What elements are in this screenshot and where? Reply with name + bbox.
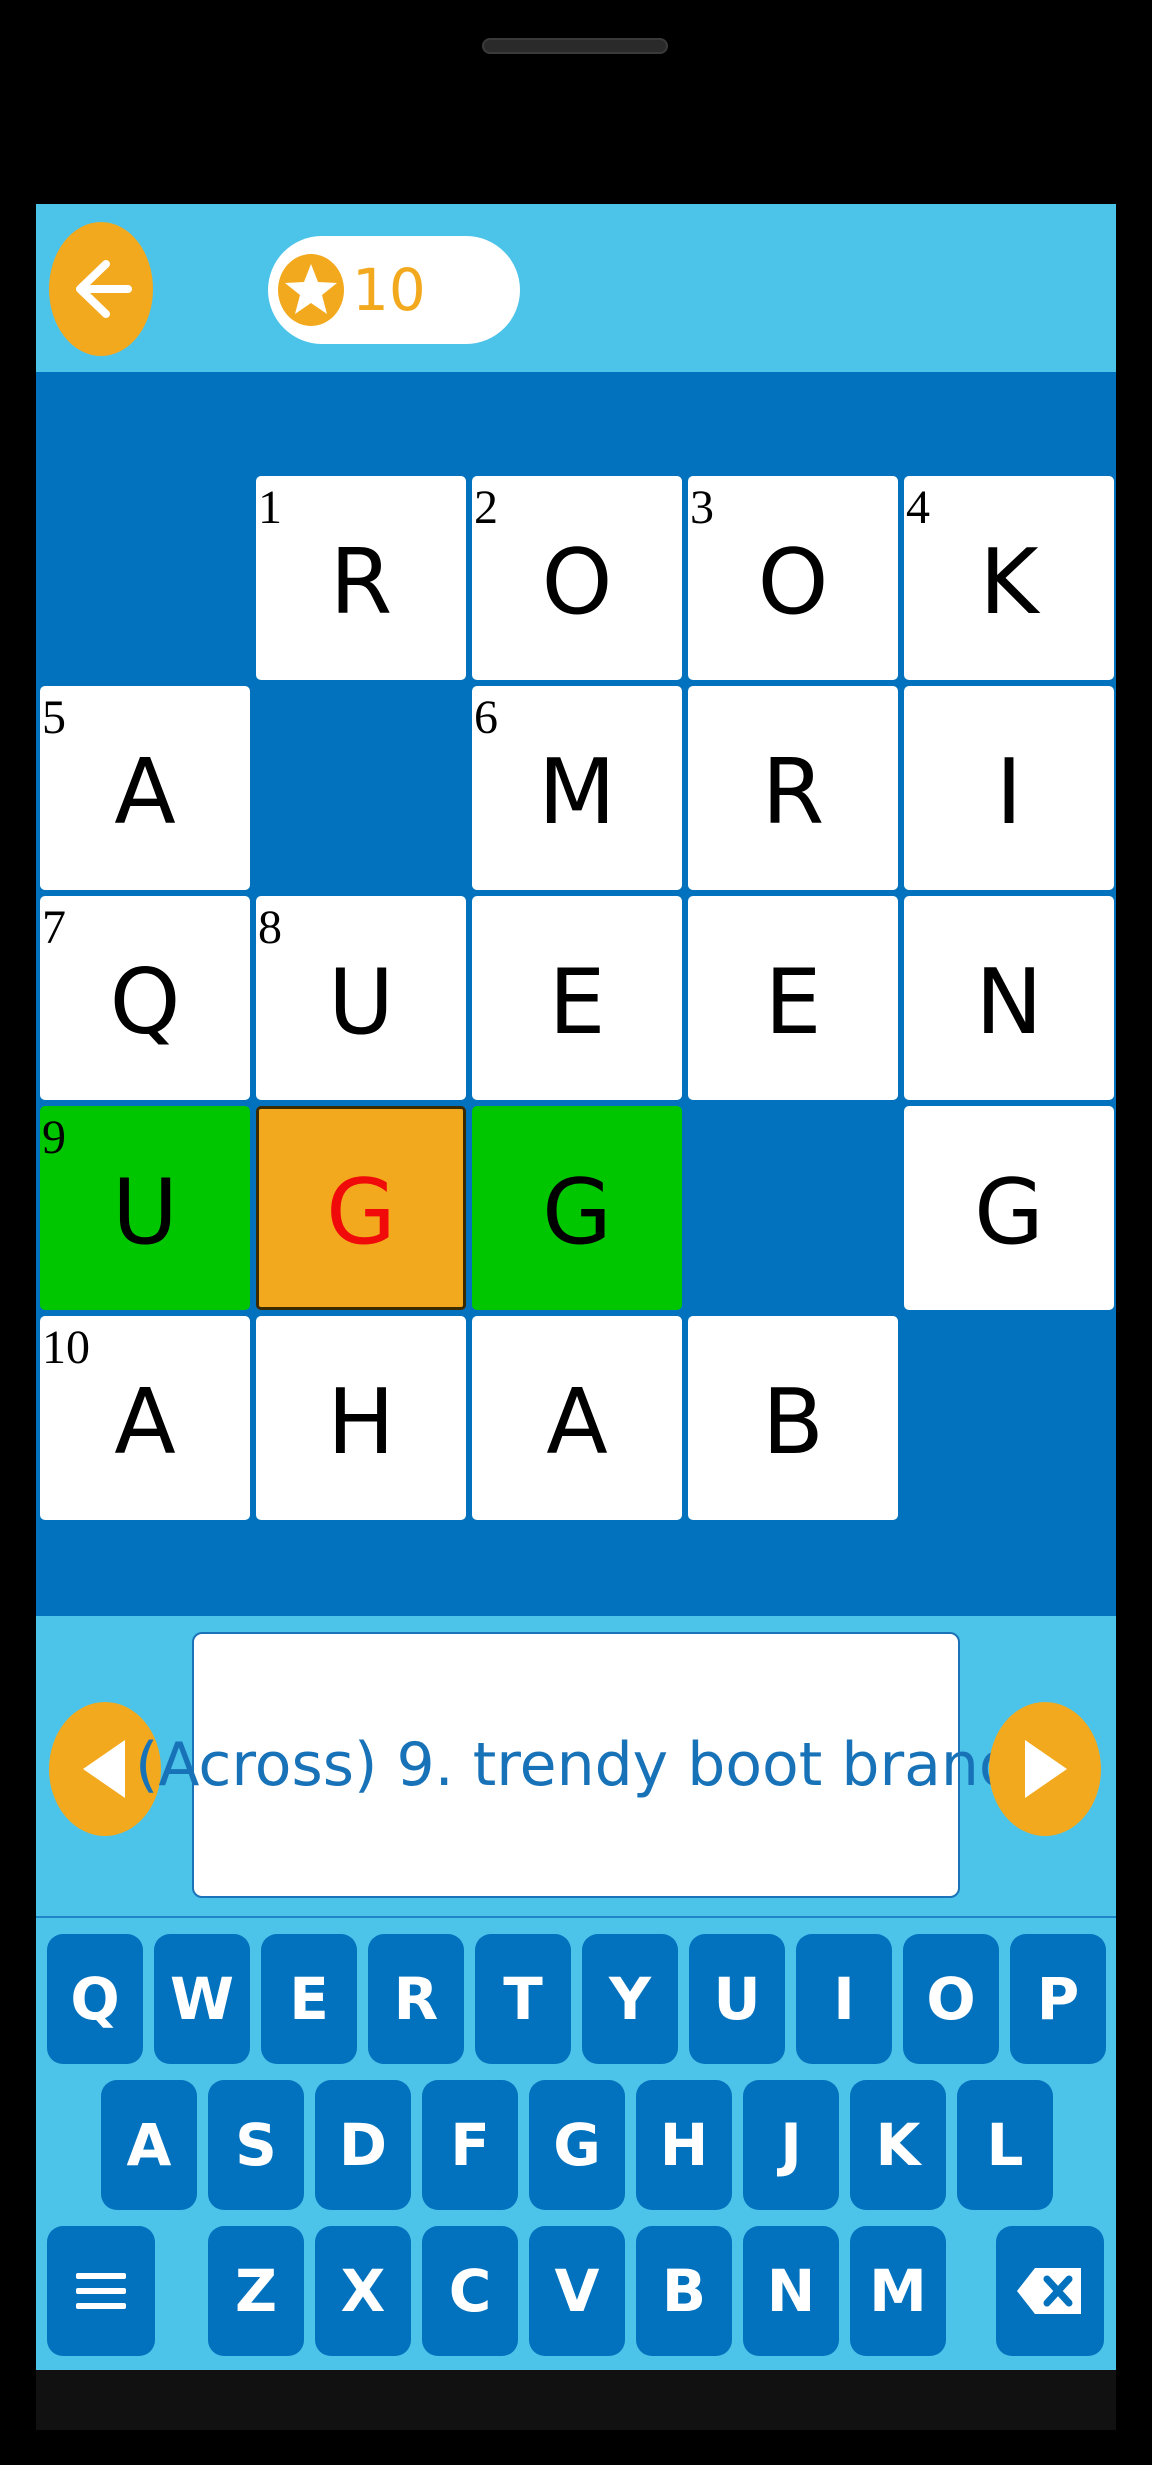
- cell-letter: K: [979, 529, 1039, 635]
- bottom-bezel: [36, 2370, 1116, 2430]
- key[interactable]: V: [529, 2226, 625, 2356]
- cell-letter: R: [329, 529, 393, 635]
- backspace-icon: [1017, 2268, 1081, 2314]
- key[interactable]: Y: [582, 1934, 678, 2064]
- next-clue-button[interactable]: [989, 1702, 1101, 1836]
- cell-letter: H: [327, 1369, 395, 1475]
- phone-frame: 10 1R 2O 3O 4K 5A 6M R I 7Q 8U E E N 9U …: [0, 0, 1152, 2465]
- key[interactable]: E: [261, 1934, 357, 2064]
- key[interactable]: X: [315, 2226, 411, 2356]
- key[interactable]: S: [208, 2080, 304, 2210]
- grid-cell[interactable]: 2O: [472, 476, 682, 680]
- grid-cell[interactable]: 10 A: [40, 1316, 250, 1520]
- cell-letter: E: [764, 949, 822, 1055]
- key[interactable]: O: [903, 1934, 999, 2064]
- cell-letter: B: [762, 1369, 824, 1475]
- grid-cell[interactable]: E: [688, 896, 898, 1100]
- key[interactable]: J: [743, 2080, 839, 2210]
- grid-cell[interactable]: 6M: [472, 686, 682, 890]
- key[interactable]: M: [850, 2226, 946, 2356]
- arrow-left-icon: [76, 260, 132, 318]
- cell-letter: Q: [109, 949, 181, 1055]
- triangle-right-icon: [1025, 1740, 1067, 1798]
- coin-counter: 10: [268, 236, 520, 344]
- key[interactable]: H: [636, 2080, 732, 2210]
- cell-letter: A: [114, 739, 176, 845]
- speaker-grille: [482, 38, 668, 54]
- top-bar: 10: [36, 204, 1116, 372]
- cell-letter: U: [112, 1159, 178, 1265]
- key[interactable]: R: [368, 1934, 464, 2064]
- key[interactable]: C: [422, 2226, 518, 2356]
- grid-cell[interactable]: H: [256, 1316, 466, 1520]
- grid-cell-selected[interactable]: G: [256, 1106, 466, 1310]
- key[interactable]: Q: [47, 1934, 143, 2064]
- cell-letter: A: [546, 1369, 608, 1475]
- menu-icon: [76, 2273, 126, 2309]
- clue-bar: (Across) 9. trendy boot brand: [36, 1616, 1116, 1916]
- cell-letter: G: [542, 1159, 612, 1265]
- grid-cell-highlighted[interactable]: 9U: [40, 1106, 250, 1310]
- key[interactable]: D: [315, 2080, 411, 2210]
- key[interactable]: T: [475, 1934, 571, 2064]
- app-screen: 10 1R 2O 3O 4K 5A 6M R I 7Q 8U E E N 9U …: [36, 204, 1116, 2370]
- menu-key[interactable]: [47, 2226, 155, 2356]
- cell-letter: G: [974, 1159, 1044, 1265]
- key[interactable]: A: [101, 2080, 197, 2210]
- key[interactable]: F: [422, 2080, 518, 2210]
- triangle-left-icon: [83, 1740, 125, 1798]
- grid-cell-highlighted[interactable]: G: [472, 1106, 682, 1310]
- keyboard: Q W E R T Y U I O P A S D F G H J K L Z …: [36, 1916, 1116, 2370]
- grid-cell[interactable]: G: [904, 1106, 1114, 1310]
- backspace-key[interactable]: [996, 2226, 1104, 2356]
- grid-cell[interactable]: I: [904, 686, 1114, 890]
- cell-letter: E: [548, 949, 606, 1055]
- key[interactable]: N: [743, 2226, 839, 2356]
- grid-cell[interactable]: 5A: [40, 686, 250, 890]
- key[interactable]: Z: [208, 2226, 304, 2356]
- key[interactable]: I: [796, 1934, 892, 2064]
- cell-letter: R: [761, 739, 825, 845]
- key[interactable]: B: [636, 2226, 732, 2356]
- cell-letter: U: [328, 949, 394, 1055]
- cell-letter: M: [538, 739, 616, 845]
- back-button[interactable]: [49, 222, 153, 356]
- key[interactable]: W: [154, 1934, 250, 2064]
- grid-cell[interactable]: B: [688, 1316, 898, 1520]
- grid-cell[interactable]: 1R: [256, 476, 466, 680]
- crossword-grid: 1R 2O 3O 4K 5A 6M R I 7Q 8U E E N 9U G G…: [36, 372, 1116, 1616]
- clue-text: (Across) 9. trendy boot brand: [135, 1730, 1017, 1800]
- grid-cell[interactable]: 8U: [256, 896, 466, 1100]
- key[interactable]: L: [957, 2080, 1053, 2210]
- key[interactable]: G: [529, 2080, 625, 2210]
- clue-box: (Across) 9. trendy boot brand: [135, 1632, 1017, 1898]
- grid-cell[interactable]: R: [688, 686, 898, 890]
- grid-cell[interactable]: E: [472, 896, 682, 1100]
- grid-cell[interactable]: 7Q: [40, 896, 250, 1100]
- cell-letter: O: [541, 529, 613, 635]
- key[interactable]: P: [1010, 1934, 1106, 2064]
- key[interactable]: K: [850, 2080, 946, 2210]
- cell-letter: O: [757, 529, 829, 635]
- cell-letter: G: [326, 1159, 396, 1265]
- grid-cell[interactable]: A: [472, 1316, 682, 1520]
- cell-letter: I: [995, 739, 1023, 845]
- grid-cell[interactable]: N: [904, 896, 1114, 1100]
- grid-cell[interactable]: 4K: [904, 476, 1114, 680]
- coin-count: 10: [352, 256, 426, 324]
- grid-cell[interactable]: 3O: [688, 476, 898, 680]
- cell-letter: N: [975, 949, 1043, 1055]
- cell-letter: A: [114, 1369, 176, 1475]
- star-coin-icon: [278, 254, 344, 326]
- key[interactable]: U: [689, 1934, 785, 2064]
